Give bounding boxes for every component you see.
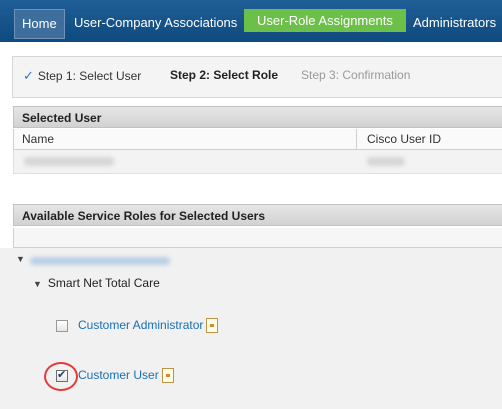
- customer-administrator-checkbox[interactable]: [56, 320, 68, 332]
- expand-arrow-icon[interactable]: ▼: [16, 254, 25, 264]
- tree-category-smart-net-total-care[interactable]: ▼ Smart Net Total Care: [33, 276, 160, 290]
- step-2: Step 2: Select Role: [170, 68, 279, 82]
- checkmark-icon: ✓: [23, 68, 34, 83]
- expand-arrow-icon[interactable]: ▼: [33, 279, 42, 289]
- category-label: Smart Net Total Care: [47, 276, 160, 290]
- highlight-circle-annotation: [44, 362, 78, 391]
- step-1-label: Step 1: Select User: [37, 69, 142, 83]
- wizard-step-bar: ✓ Step 1: Select User Step 2: Select Role…: [12, 56, 502, 98]
- column-name: Name: [22, 132, 55, 146]
- nav-user-role-assignments[interactable]: User-Role Assignments: [244, 9, 406, 32]
- redacted-company-link[interactable]: [30, 257, 170, 265]
- top-navigation: Home User-Company Associations User-Role…: [0, 0, 502, 42]
- customer-user-link[interactable]: Customer User: [78, 368, 159, 382]
- column-cisco-user-id: Cisco User ID: [367, 132, 442, 146]
- info-icon[interactable]: [206, 318, 218, 333]
- customer-administrator-link[interactable]: Customer Administrator: [78, 318, 203, 332]
- column-divider: [356, 129, 357, 149]
- roles-tree: [0, 248, 502, 409]
- redacted-user-name: [24, 157, 114, 166]
- nav-home[interactable]: Home: [14, 9, 65, 39]
- nav-user-company-associations[interactable]: User-Company Associations: [68, 10, 243, 35]
- selected-user-row: [13, 150, 502, 174]
- redacted-user-id: [367, 157, 405, 166]
- service-roles-header: Available Service Roles for Selected Use…: [13, 204, 502, 226]
- info-icon[interactable]: [162, 368, 174, 383]
- step-1: ✓ Step 1: Select User: [23, 68, 141, 84]
- tree-root-node[interactable]: ▼: [0, 254, 200, 267]
- roles-filter-row: [13, 228, 502, 248]
- selected-user-header: Selected User: [13, 106, 502, 128]
- step-3: Step 3: Confirmation: [301, 68, 411, 82]
- selected-user-column-headers: Name Cisco User ID: [13, 129, 502, 150]
- nav-administrators[interactable]: Administrators: [407, 10, 502, 35]
